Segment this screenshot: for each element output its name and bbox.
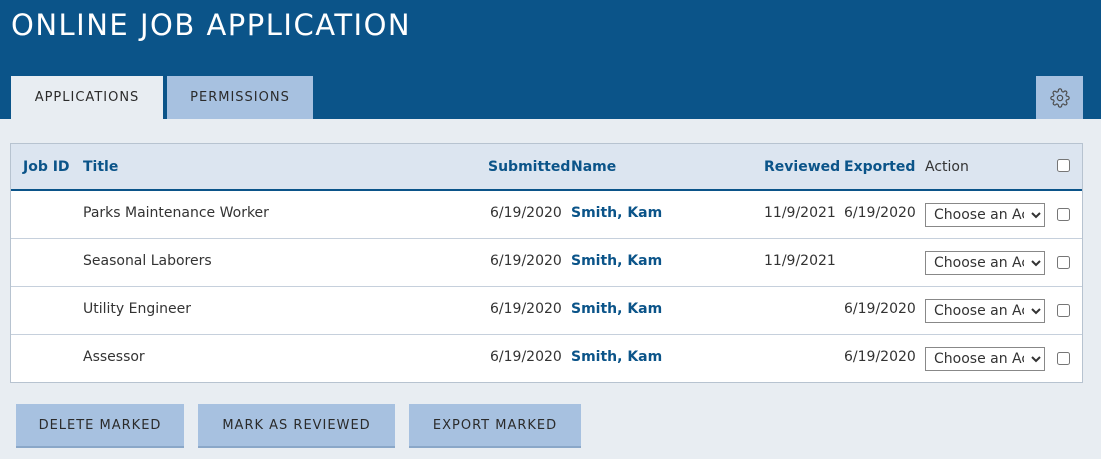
gear-icon [1049,87,1070,108]
app-title: ONLINE JOB APPLICATION [11,8,412,42]
select-all-checkbox[interactable] [1057,159,1070,172]
action-select[interactable]: Choose an Action [925,347,1045,371]
cell-exported: 6/19/2020 [844,349,916,365]
table-row: Utility Engineer 6/19/2020 Smith, Kam 6/… [11,287,1082,335]
col-job-id[interactable]: Job ID [23,159,70,175]
col-submitted[interactable]: Submitted [488,159,570,175]
col-action: Action [925,159,969,175]
col-reviewed[interactable]: Reviewed [764,159,840,175]
cell-name-link[interactable]: Smith, Kam [571,349,662,365]
cell-submitted: 6/19/2020 [490,349,562,365]
tab-permissions[interactable]: PERMISSIONS [167,76,313,119]
cell-exported: 6/19/2020 [844,301,916,317]
col-name[interactable]: Name [571,159,616,175]
action-select[interactable]: Choose an Action [925,251,1045,275]
col-exported[interactable]: Exported [844,159,915,175]
row-checkbox[interactable] [1057,304,1070,317]
mark-as-reviewed-button[interactable]: MARK AS REVIEWED [198,404,395,448]
cell-submitted: 6/19/2020 [490,253,562,269]
export-marked-button[interactable]: EXPORT MARKED [409,404,581,448]
cell-title: Utility Engineer [83,301,191,317]
cell-submitted: 6/19/2020 [490,301,562,317]
tab-permissions-label: PERMISSIONS [190,90,290,105]
cell-submitted: 6/19/2020 [490,205,562,221]
row-checkbox[interactable] [1057,352,1070,365]
table-row: Parks Maintenance Worker 6/19/2020 Smith… [11,191,1082,239]
tab-applications-label: APPLICATIONS [34,90,140,105]
table-row: Assessor 6/19/2020 Smith, Kam 6/19/2020 … [11,335,1082,382]
app-header: ONLINE JOB APPLICATION APPLICATIONS PERM… [0,0,1101,119]
delete-marked-button[interactable]: DELETE MARKED [16,404,184,448]
table-header: Job ID Title Submitted Name Reviewed Exp… [11,144,1082,191]
cell-title: Assessor [83,349,145,365]
cell-name-link[interactable]: Smith, Kam [571,301,662,317]
tab-applications[interactable]: APPLICATIONS [11,76,163,119]
col-title[interactable]: Title [83,159,118,175]
cell-reviewed: 11/9/2021 [764,205,836,221]
cell-name-link[interactable]: Smith, Kam [571,253,662,269]
row-checkbox[interactable] [1057,208,1070,221]
cell-title: Seasonal Laborers [83,253,212,269]
settings-button[interactable] [1036,76,1083,119]
cell-title: Parks Maintenance Worker [83,205,269,221]
row-checkbox[interactable] [1057,256,1070,269]
cell-reviewed: 11/9/2021 [764,253,836,269]
cell-exported: 6/19/2020 [844,205,916,221]
applications-table: Job ID Title Submitted Name Reviewed Exp… [10,143,1083,383]
table-row: Seasonal Laborers 6/19/2020 Smith, Kam 1… [11,239,1082,287]
cell-name-link[interactable]: Smith, Kam [571,205,662,221]
action-select[interactable]: Choose an Action [925,299,1045,323]
action-select[interactable]: Choose an Action [925,203,1045,227]
